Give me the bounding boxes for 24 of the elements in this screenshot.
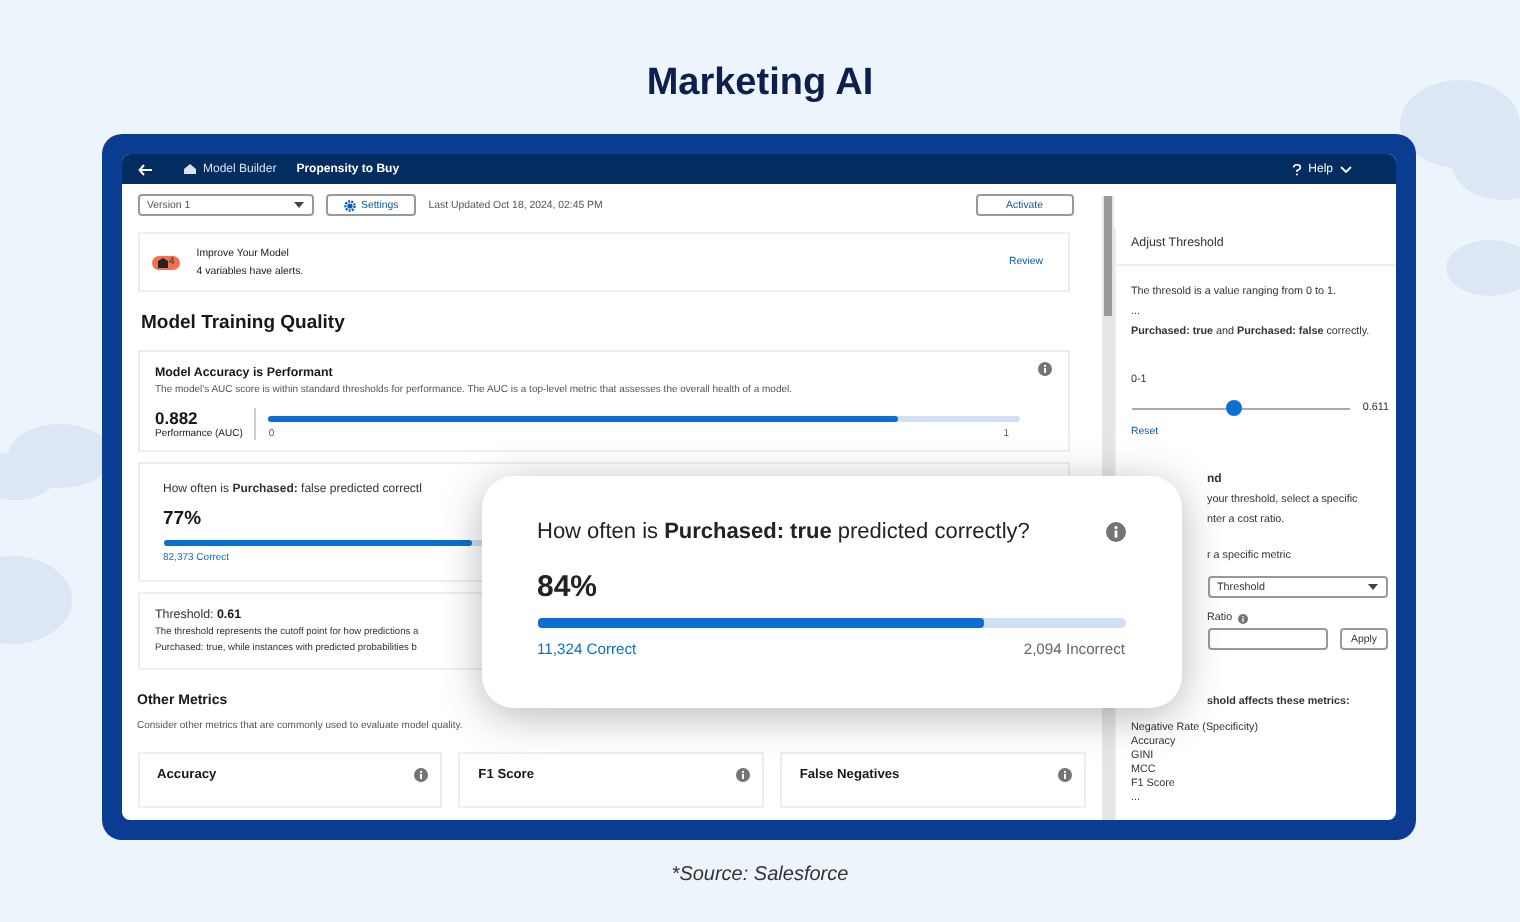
- model-icon: [157, 257, 167, 267]
- info-icon[interactable]: [1057, 767, 1072, 781]
- section-title: Model Training Quality: [141, 312, 347, 334]
- caret-icon: [1368, 584, 1379, 590]
- info-icon[interactable]: [735, 767, 750, 781]
- auc-score: 0.882: [155, 408, 200, 428]
- info-icon[interactable]: [1105, 522, 1125, 542]
- info-icon[interactable]: [1238, 613, 1249, 623]
- home-icon: [183, 164, 195, 174]
- info-icon[interactable]: [1037, 362, 1051, 376]
- caret-icon: [293, 202, 303, 208]
- percent-value: 84%: [537, 570, 600, 604]
- source-caption: *Source: Salesforce: [671, 864, 849, 886]
- scrollbar-thumb[interactable]: [1103, 196, 1111, 316]
- page-title: Marketing AI: [646, 62, 874, 106]
- chevron-icon: [1339, 165, 1351, 173]
- gear-icon: [343, 199, 355, 211]
- ratio-input[interactable]: [1207, 628, 1327, 650]
- help-icon: [1292, 163, 1303, 175]
- slider-thumb[interactable]: [1226, 400, 1243, 416]
- back-icon[interactable]: [137, 163, 151, 175]
- question-text: How often is Purchased: true predicted correctly?: [537, 520, 1030, 544]
- percent-value: 77%: [163, 508, 204, 530]
- info-icon[interactable]: [414, 767, 429, 781]
